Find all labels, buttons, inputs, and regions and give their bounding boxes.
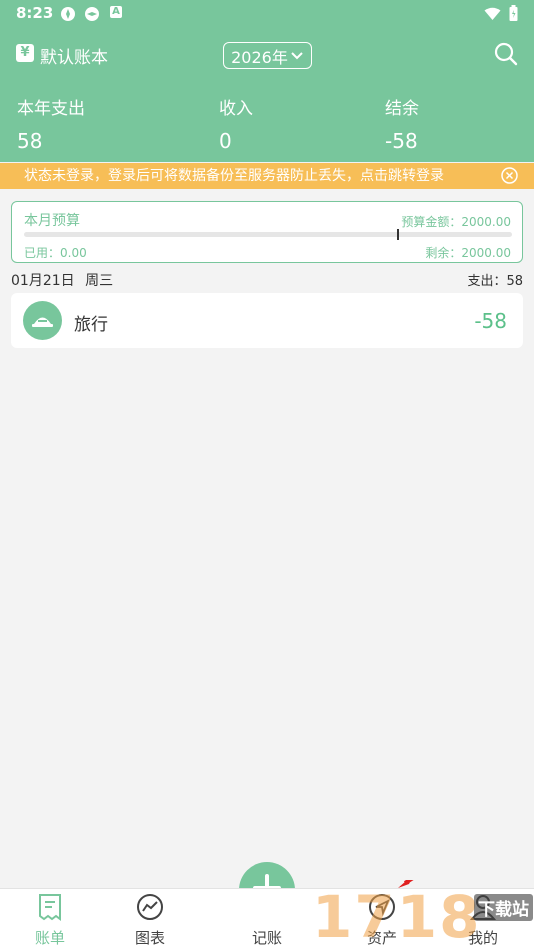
- day-date: 01月21日: [11, 273, 75, 289]
- stat-value: 0: [219, 129, 232, 153]
- record-amount: -58: [474, 309, 507, 333]
- stat-label: 结余: [385, 99, 419, 119]
- day-weekday: 周三: [85, 273, 114, 289]
- search-icon[interactable]: [494, 42, 518, 70]
- notice-text: 状态未登录，登录后可将数据备份至服务器防止丢失，点击跳转登录: [24, 168, 444, 184]
- battery-icon: [509, 5, 518, 25]
- notification-icon: [84, 6, 100, 26]
- tab-chart[interactable]: 图表: [110, 893, 190, 948]
- day-header: 01月21日 周三 支出：58: [11, 270, 523, 290]
- budget-remaining: 剩余：2000.00: [425, 246, 511, 260]
- tab-record[interactable]: 记账: [227, 927, 307, 948]
- budget-title: 本月预算: [24, 213, 80, 229]
- tab-label: 记账: [251, 929, 282, 947]
- bill-icon: [10, 893, 90, 925]
- budget-progress-bar: [24, 232, 512, 237]
- monthly-budget-card[interactable]: 本月预算 预算金额：2000.00 已用：0.00 剩余：2000.00: [11, 201, 523, 263]
- tab-label: 图表: [134, 929, 165, 947]
- stat-year-expense[interactable]: 本年支出 58: [17, 94, 85, 153]
- year-label: 2026年: [231, 47, 288, 67]
- tab-bill[interactable]: 账单: [10, 893, 90, 948]
- record-category: 旅行: [74, 315, 108, 335]
- top-bar: ¥ 默认账本 2026年: [0, 36, 534, 74]
- notification-icon: [60, 6, 76, 26]
- ledger-name[interactable]: 默认账本: [40, 43, 108, 68]
- budget-amount: 预算金额：2000.00: [401, 215, 511, 229]
- chevron-down-icon: [290, 46, 304, 65]
- status-time: 8:23: [16, 4, 54, 22]
- stat-label: 本年支出: [17, 99, 85, 119]
- close-icon[interactable]: [501, 167, 518, 193]
- tab-label: 我的: [467, 929, 498, 947]
- login-notice-banner[interactable]: 状态未登录，登录后可将数据备份至服务器防止丢失，点击跳转登录: [0, 163, 534, 189]
- tab-label: 资产: [366, 929, 397, 947]
- tab-assets[interactable]: 资产: [342, 893, 422, 948]
- travel-hat-icon: [23, 301, 62, 340]
- status-bar: 8:23 A: [0, 0, 534, 28]
- bottom-tab-bar: 账单 图表 记账 资产 我的: [0, 888, 534, 950]
- day-expense-summary: 支出：58: [467, 274, 523, 289]
- budget-used: 已用：0.00: [24, 246, 87, 260]
- notif-badge-icon: A: [110, 6, 122, 18]
- stat-balance[interactable]: 结余 -58: [385, 94, 419, 153]
- budget-progress-marker: [397, 229, 399, 240]
- user-icon: [443, 893, 523, 925]
- app-header: 8:23 A ¥ 默认账本 2026年 本年支出 58 收入 0 结余 -58: [0, 0, 534, 162]
- year-selector[interactable]: 2026年: [223, 42, 312, 69]
- stat-income[interactable]: 收入 0: [219, 94, 253, 153]
- chart-icon: [110, 893, 190, 925]
- stat-label: 收入: [219, 99, 253, 119]
- compass-icon: [342, 893, 422, 925]
- list-item[interactable]: 旅行 -58: [11, 293, 523, 348]
- stat-value: 58: [17, 129, 43, 153]
- stat-value: -58: [385, 129, 418, 153]
- tab-label: 账单: [34, 929, 65, 947]
- ledger-icon[interactable]: ¥: [16, 44, 34, 62]
- tab-mine[interactable]: 我的: [443, 893, 523, 948]
- wifi-icon: [484, 6, 501, 25]
